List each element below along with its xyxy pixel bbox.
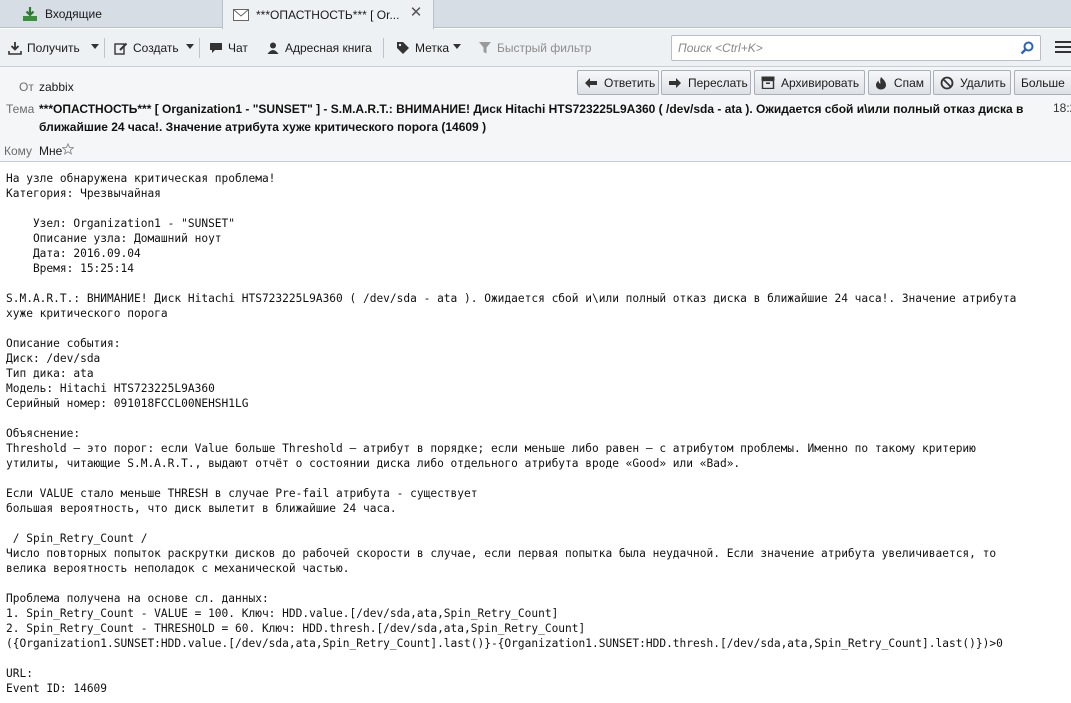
body-line: Число повторных попыток раскрутки дисков… bbox=[6, 547, 997, 560]
body-line bbox=[6, 576, 1066, 591]
envelope-icon bbox=[233, 7, 249, 23]
body-line: / Spin_Retry_Count / bbox=[6, 532, 148, 545]
body-line: Проблема получена на основе сл. данных: bbox=[6, 592, 269, 605]
more-label: Больше bbox=[1021, 75, 1065, 90]
address-book-button[interactable]: Адресная книга bbox=[266, 38, 372, 58]
subject-text: ***ОПАСТНОСТЬ*** [ Organization1 - "SUNS… bbox=[39, 102, 1024, 134]
body-line bbox=[6, 276, 1066, 291]
body-line: Серийный номер: 091018FCCL00NEHSH1LG bbox=[6, 397, 249, 410]
body-line bbox=[6, 651, 1066, 666]
more-button[interactable]: Больше bbox=[1014, 70, 1071, 95]
quick-filter-button[interactable]: Быстрый фильтр bbox=[478, 38, 591, 58]
quick-filter-label: Быстрый фильтр bbox=[497, 41, 592, 55]
body-line: S.M.A.R.T.: ВНИМАНИЕ! Диск Hitachi HTS72… bbox=[6, 292, 1017, 305]
body-line: большая вероятность, что диск вылетит в … bbox=[6, 502, 397, 515]
chat-bubble-icon bbox=[209, 41, 223, 55]
search-box[interactable] bbox=[671, 35, 1041, 61]
body-line: URL: bbox=[6, 667, 33, 680]
body-line bbox=[6, 201, 1066, 216]
tag-dropdown-icon[interactable] bbox=[453, 44, 461, 49]
get-mail-button[interactable]: Получить bbox=[8, 38, 80, 58]
toolbar-separator bbox=[104, 38, 105, 58]
person-icon bbox=[266, 41, 280, 55]
body-line: утилиты, читающие S.M.A.R.T., выдают отч… bbox=[6, 457, 741, 470]
body-line bbox=[6, 411, 1066, 426]
tab-message-label: ***ОПАСТНОСТЬ*** [ Or... bbox=[256, 7, 400, 22]
tab-message[interactable]: ***ОПАСТНОСТЬ*** [ Or... ✕ bbox=[222, 0, 434, 29]
body-line: Threshold — это порог: если Value больше… bbox=[6, 442, 976, 455]
archive-box-icon bbox=[761, 76, 775, 90]
body-line bbox=[6, 471, 1066, 486]
subject-label: Тема bbox=[6, 102, 35, 116]
forward-label: Переслать bbox=[688, 75, 748, 90]
tag-button[interactable]: Метка bbox=[396, 38, 449, 58]
archive-label: Архивировать bbox=[781, 75, 860, 90]
delete-button[interactable]: Удалить bbox=[933, 70, 1011, 95]
body-line: ({Organization1.SUNSET:HDD.value.[/dev/s… bbox=[6, 637, 1003, 650]
filter-icon bbox=[478, 41, 492, 55]
write-label: Создать bbox=[133, 41, 179, 55]
body-line: Дата: 2016.09.04 bbox=[6, 247, 141, 260]
message-header: От zabbix Ответить Переслать Архивироват… bbox=[0, 67, 1071, 162]
flame-icon bbox=[875, 76, 888, 90]
to-label: Кому bbox=[4, 144, 33, 158]
no-entry-icon bbox=[940, 76, 954, 90]
close-icon[interactable]: ✕ bbox=[409, 5, 423, 20]
toolbar-separator bbox=[383, 38, 384, 58]
delete-label: Удалить bbox=[960, 75, 1006, 90]
reply-label: Ответить bbox=[604, 75, 656, 90]
to-value[interactable]: Мне bbox=[39, 144, 62, 158]
tag-label: Метка bbox=[415, 41, 450, 55]
spam-button[interactable]: Спам bbox=[868, 70, 931, 95]
spam-label: Спам bbox=[893, 75, 924, 90]
body-line: Если VALUE стало меньше THRESH в случае … bbox=[6, 487, 478, 500]
body-line: 1. Spin_Retry_Count - VALUE = 100. Ключ:… bbox=[6, 607, 559, 620]
tab-bar: Входящие ***ОПАСТНОСТЬ*** [ Or... ✕ bbox=[0, 0, 1071, 29]
body-line: хуже критического порога bbox=[6, 307, 168, 320]
search-icon[interactable] bbox=[1020, 41, 1034, 55]
body-line: На узле обнаружена критическая проблема! bbox=[6, 172, 276, 185]
body-line: 2. Spin_Retry_Count - THRESHOLD = 60. Кл… bbox=[6, 622, 586, 635]
archive-button[interactable]: Архивировать bbox=[754, 70, 865, 95]
hamburger-menu-icon[interactable] bbox=[1055, 41, 1071, 55]
message-body: На узле обнаружена критическая проблема!… bbox=[6, 171, 1066, 701]
tab-inbox[interactable]: Входящие bbox=[0, 0, 222, 28]
download-icon bbox=[8, 41, 22, 55]
reply-button[interactable]: Ответить bbox=[577, 70, 659, 95]
main-toolbar: Получить Создать Чат Адресная книга Метк… bbox=[0, 29, 1071, 67]
toolbar-separator bbox=[199, 38, 200, 58]
body-line: Узел: Organization1 - "SUNSET" bbox=[6, 217, 236, 230]
chat-label: Чат bbox=[228, 41, 248, 55]
body-line: Категория: Чрезвычайная bbox=[6, 187, 161, 200]
body-line: велика вероятность неполадок с механичес… bbox=[6, 562, 350, 575]
body-line bbox=[6, 516, 1066, 531]
reply-arrow-icon bbox=[584, 76, 598, 90]
get-mail-label: Получить bbox=[27, 41, 80, 55]
body-line: Объяснение: bbox=[6, 427, 81, 440]
write-dropdown-icon[interactable] bbox=[186, 44, 194, 49]
body-line: Тип дика: ata bbox=[6, 367, 94, 380]
star-icon[interactable] bbox=[61, 142, 75, 155]
body-line: Модель: Hitachi HTS723225L9A360 bbox=[6, 382, 215, 395]
tab-inbox-label: Входящие bbox=[45, 7, 102, 21]
tag-icon bbox=[396, 41, 410, 55]
search-input[interactable] bbox=[672, 36, 1002, 60]
inbox-download-icon bbox=[22, 6, 38, 22]
message-time: 18:2 bbox=[1053, 101, 1071, 115]
write-button[interactable]: Создать bbox=[114, 38, 179, 58]
pencil-icon bbox=[114, 41, 128, 55]
body-line: Время: 15:25:14 bbox=[6, 262, 134, 275]
forward-arrow-icon bbox=[668, 76, 682, 90]
body-line: Диск: /dev/sda bbox=[6, 352, 101, 365]
body-line bbox=[6, 321, 1066, 336]
from-label: От bbox=[19, 80, 34, 94]
body-line: Описание события: bbox=[6, 337, 121, 350]
body-line: Описание узла: Домашний ноут bbox=[6, 232, 222, 245]
forward-button[interactable]: Переслать bbox=[661, 70, 751, 95]
chat-button[interactable]: Чат bbox=[209, 38, 248, 58]
body-line: Event ID: 14609 bbox=[6, 682, 108, 695]
get-mail-dropdown-icon[interactable] bbox=[91, 44, 99, 49]
from-value[interactable]: zabbix bbox=[39, 80, 74, 94]
address-book-label: Адресная книга bbox=[285, 41, 372, 55]
